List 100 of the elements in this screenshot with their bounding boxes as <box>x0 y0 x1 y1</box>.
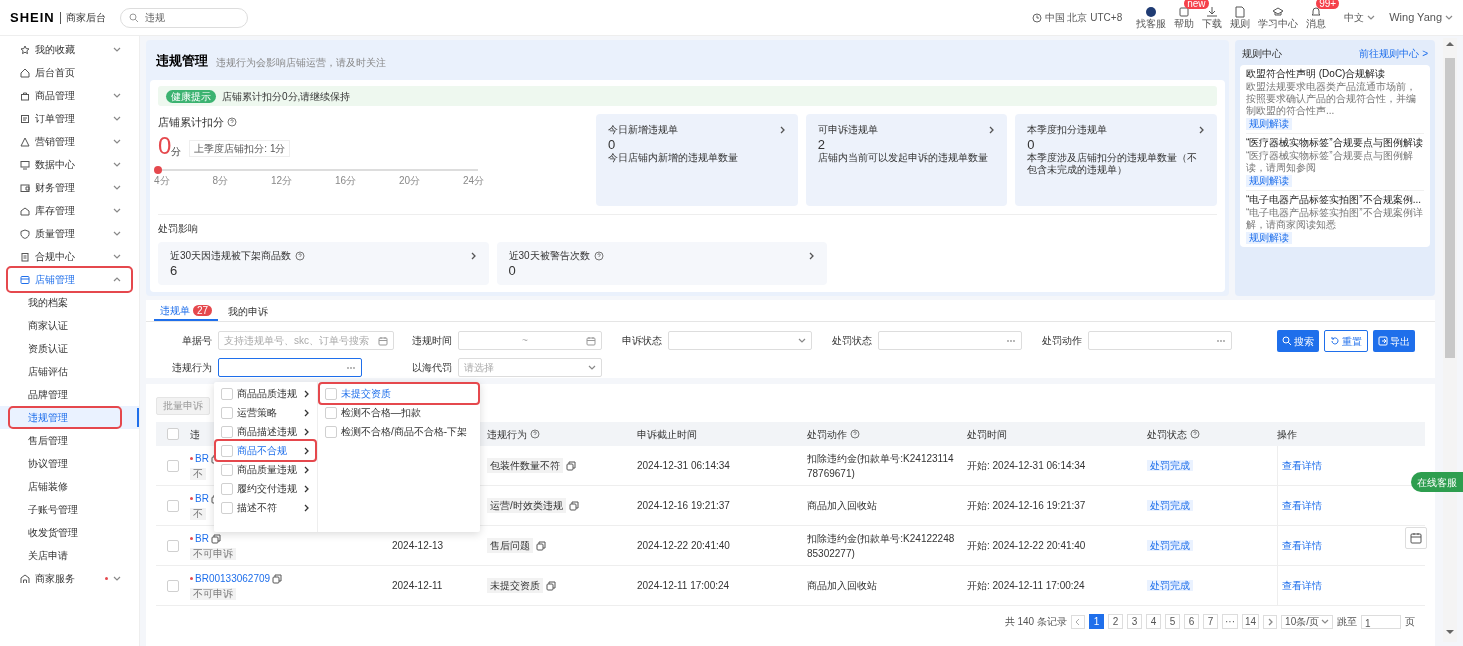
page-button[interactable]: 6 <box>1183 614 1199 629</box>
checkbox[interactable] <box>167 579 179 592</box>
cascader-option[interactable]: 检测不合格/商品不合格-下架 <box>320 422 478 441</box>
count-badge: 27 <box>193 304 213 316</box>
page-button[interactable]: 1 <box>1088 614 1104 629</box>
checkbox[interactable] <box>221 406 233 419</box>
details-link[interactable]: 查看详情 <box>1282 578 1322 593</box>
sidebar-subitem[interactable]: 子账号管理 <box>10 500 120 519</box>
toolbar-button[interactable]: 规则 <box>1230 6 1251 29</box>
sidebar-item[interactable]: 商品管理 <box>8 84 131 107</box>
language-menu[interactable]: 中文 <box>1344 10 1376 25</box>
sidebar-subitem[interactable]: 店铺装修 <box>10 477 120 496</box>
sidebar-item[interactable]: 商家服务 <box>8 567 131 590</box>
order-link[interactable]: BR00133062709 <box>195 571 271 586</box>
sidebar-item[interactable]: 数据中心 <box>8 153 131 176</box>
page-input[interactable]: 1 <box>1361 614 1401 629</box>
tab[interactable]: 我的申诉 <box>222 301 275 321</box>
checkbox[interactable] <box>167 459 179 472</box>
cascader-option[interactable]: 运营策略 <box>216 403 315 422</box>
sidebar-item[interactable]: 营销管理 <box>8 130 131 153</box>
article-title[interactable]: 欧盟符合性声明 (DoC)合规解读 <box>1246 68 1424 80</box>
sidebar-subitem[interactable]: 商家认证 <box>10 316 120 335</box>
checkbox[interactable] <box>221 425 233 438</box>
impact-card[interactable]: 近30天因违规被下架商品数 6 <box>158 242 489 285</box>
stat-card[interactable]: 可申诉违规单 2 店铺内当前可以发起申诉的违规单数量 <box>805 114 1008 206</box>
sidebar-subitem[interactable]: 协议管理 <box>10 454 120 473</box>
sidebar-subitem[interactable]: 我的档案 <box>10 293 120 312</box>
calendar-button[interactable] <box>1405 527 1427 549</box>
stat-card[interactable]: 本季度扣分违规单 0 本季度涉及店铺扣分的违规单数量（不包含未完成的违规单） <box>1015 114 1217 206</box>
checkbox[interactable] <box>167 499 179 512</box>
previous-page-button[interactable] <box>1070 614 1085 629</box>
toolbar-button[interactable]: 帮助 <box>1174 6 1195 29</box>
search-button[interactable]: 搜索 <box>1277 330 1319 352</box>
sidebar-item[interactable]: 我的收藏 <box>8 38 131 61</box>
article-title[interactable]: “电子电器产品标签实拍图”不合规案例... <box>1246 194 1424 206</box>
chevron-right-icon <box>303 446 310 455</box>
cascader-option[interactable]: 商品品质违规 <box>216 384 315 403</box>
page-button[interactable]: 5 <box>1164 614 1180 629</box>
checkbox[interactable] <box>167 428 179 440</box>
cascader-option[interactable]: 商品质量违规 <box>216 460 315 479</box>
checkbox[interactable] <box>221 444 233 457</box>
stat-value: 0 <box>608 137 617 152</box>
cascader-option[interactable]: 检测不合格—扣款 <box>320 403 478 422</box>
sidebar-subitem[interactable]: 店铺评估 <box>10 362 120 381</box>
details-link[interactable]: 查看详情 <box>1282 498 1322 513</box>
cascader-option[interactable]: 描述不符 <box>216 498 315 517</box>
select-field[interactable] <box>218 358 362 377</box>
sidebar-subitem[interactable]: 关店申请 <box>10 546 120 565</box>
toolbar-button[interactable]: 消息 <box>1306 6 1327 29</box>
toolbar-button[interactable]: 下载 <box>1202 6 1223 29</box>
checkbox[interactable] <box>221 501 233 514</box>
checkbox[interactable] <box>221 482 233 495</box>
cascader-option[interactable]: 商品描述违规 <box>216 422 315 441</box>
sidebar-item[interactable]: 订单管理 <box>8 107 131 130</box>
order-link[interactable]: BR <box>195 451 209 466</box>
user-menu[interactable]: Wing Yang <box>1389 9 1453 26</box>
sidebar-subitem[interactable]: 收发货管理 <box>10 523 120 542</box>
page-button[interactable]: 2 <box>1107 614 1123 629</box>
checkbox[interactable] <box>221 463 233 476</box>
details-link[interactable]: 查看详情 <box>1282 458 1322 473</box>
stat-description: 店铺内当前可以发起申诉的违规单数量 <box>817 152 989 164</box>
sidebar-item[interactable]: 店铺管理 <box>8 268 131 291</box>
impact-card[interactable]: 近30天被警告次数 0 <box>496 242 827 285</box>
tab[interactable]: 违规单 27 <box>154 301 219 321</box>
page-button[interactable]: 4 <box>1145 614 1161 629</box>
sidebar-item[interactable]: 库存管理 <box>8 199 131 222</box>
tick-label: 20分 <box>398 173 420 188</box>
sidebar-subitem[interactable]: 售后管理 <box>10 431 120 450</box>
sidebar-item[interactable]: 质量管理 <box>8 222 131 245</box>
checkbox[interactable] <box>325 425 337 438</box>
details-link[interactable]: 查看详情 <box>1282 538 1322 553</box>
article-tag: 规则解读 <box>1246 175 1292 187</box>
sidebar-item[interactable]: 财务管理 <box>8 176 131 199</box>
cascader-option[interactable]: 商品不合规 <box>216 441 315 460</box>
page-button[interactable]: 14 <box>1241 614 1260 629</box>
checkbox[interactable] <box>325 387 337 400</box>
order-link[interactable]: BR <box>195 491 209 506</box>
sidebar-subitem[interactable]: 品牌管理 <box>10 385 120 404</box>
checkbox[interactable] <box>221 387 233 400</box>
article-title[interactable]: “医疗器械实物标签”合规要点与图例解读 <box>1246 137 1424 149</box>
page-button[interactable]: 7 <box>1202 614 1218 629</box>
sidebar-item[interactable]: 合规中心 <box>8 245 131 268</box>
stat-card[interactable]: 今日新增违规单 0 今日店铺内新增的违规单数量 <box>596 114 798 206</box>
sidebar-item[interactable]: 后台首页 <box>8 61 131 84</box>
cascader-option[interactable]: 未提交资质 <box>320 384 478 403</box>
page-size-select[interactable]: 10条/页 <box>1281 614 1333 629</box>
export-button[interactable]: 导出 <box>1373 330 1415 352</box>
checkbox[interactable] <box>167 539 179 552</box>
order-link[interactable]: BR <box>195 531 209 546</box>
toolbar-button[interactable]: 找客服 <box>1136 6 1167 29</box>
next-page-button[interactable] <box>1263 614 1278 629</box>
checkbox[interactable] <box>325 406 337 419</box>
page-button[interactable]: 3 <box>1126 614 1142 629</box>
stat-description: 本季度涉及店铺扣分的违规单数量（不包含未完成的违规单） <box>1027 152 1199 176</box>
cascader-option[interactable]: 履约交付违规 <box>216 479 315 498</box>
rule-center-link[interactable]: 前往规则中心 > <box>1359 46 1428 61</box>
sidebar-subitem[interactable]: 资质认证 <box>10 339 120 358</box>
toolbar-button[interactable]: 学习中心 <box>1258 6 1299 29</box>
reset-button[interactable]: 重置 <box>1324 330 1368 352</box>
page-button[interactable]: ··· <box>1221 614 1238 629</box>
